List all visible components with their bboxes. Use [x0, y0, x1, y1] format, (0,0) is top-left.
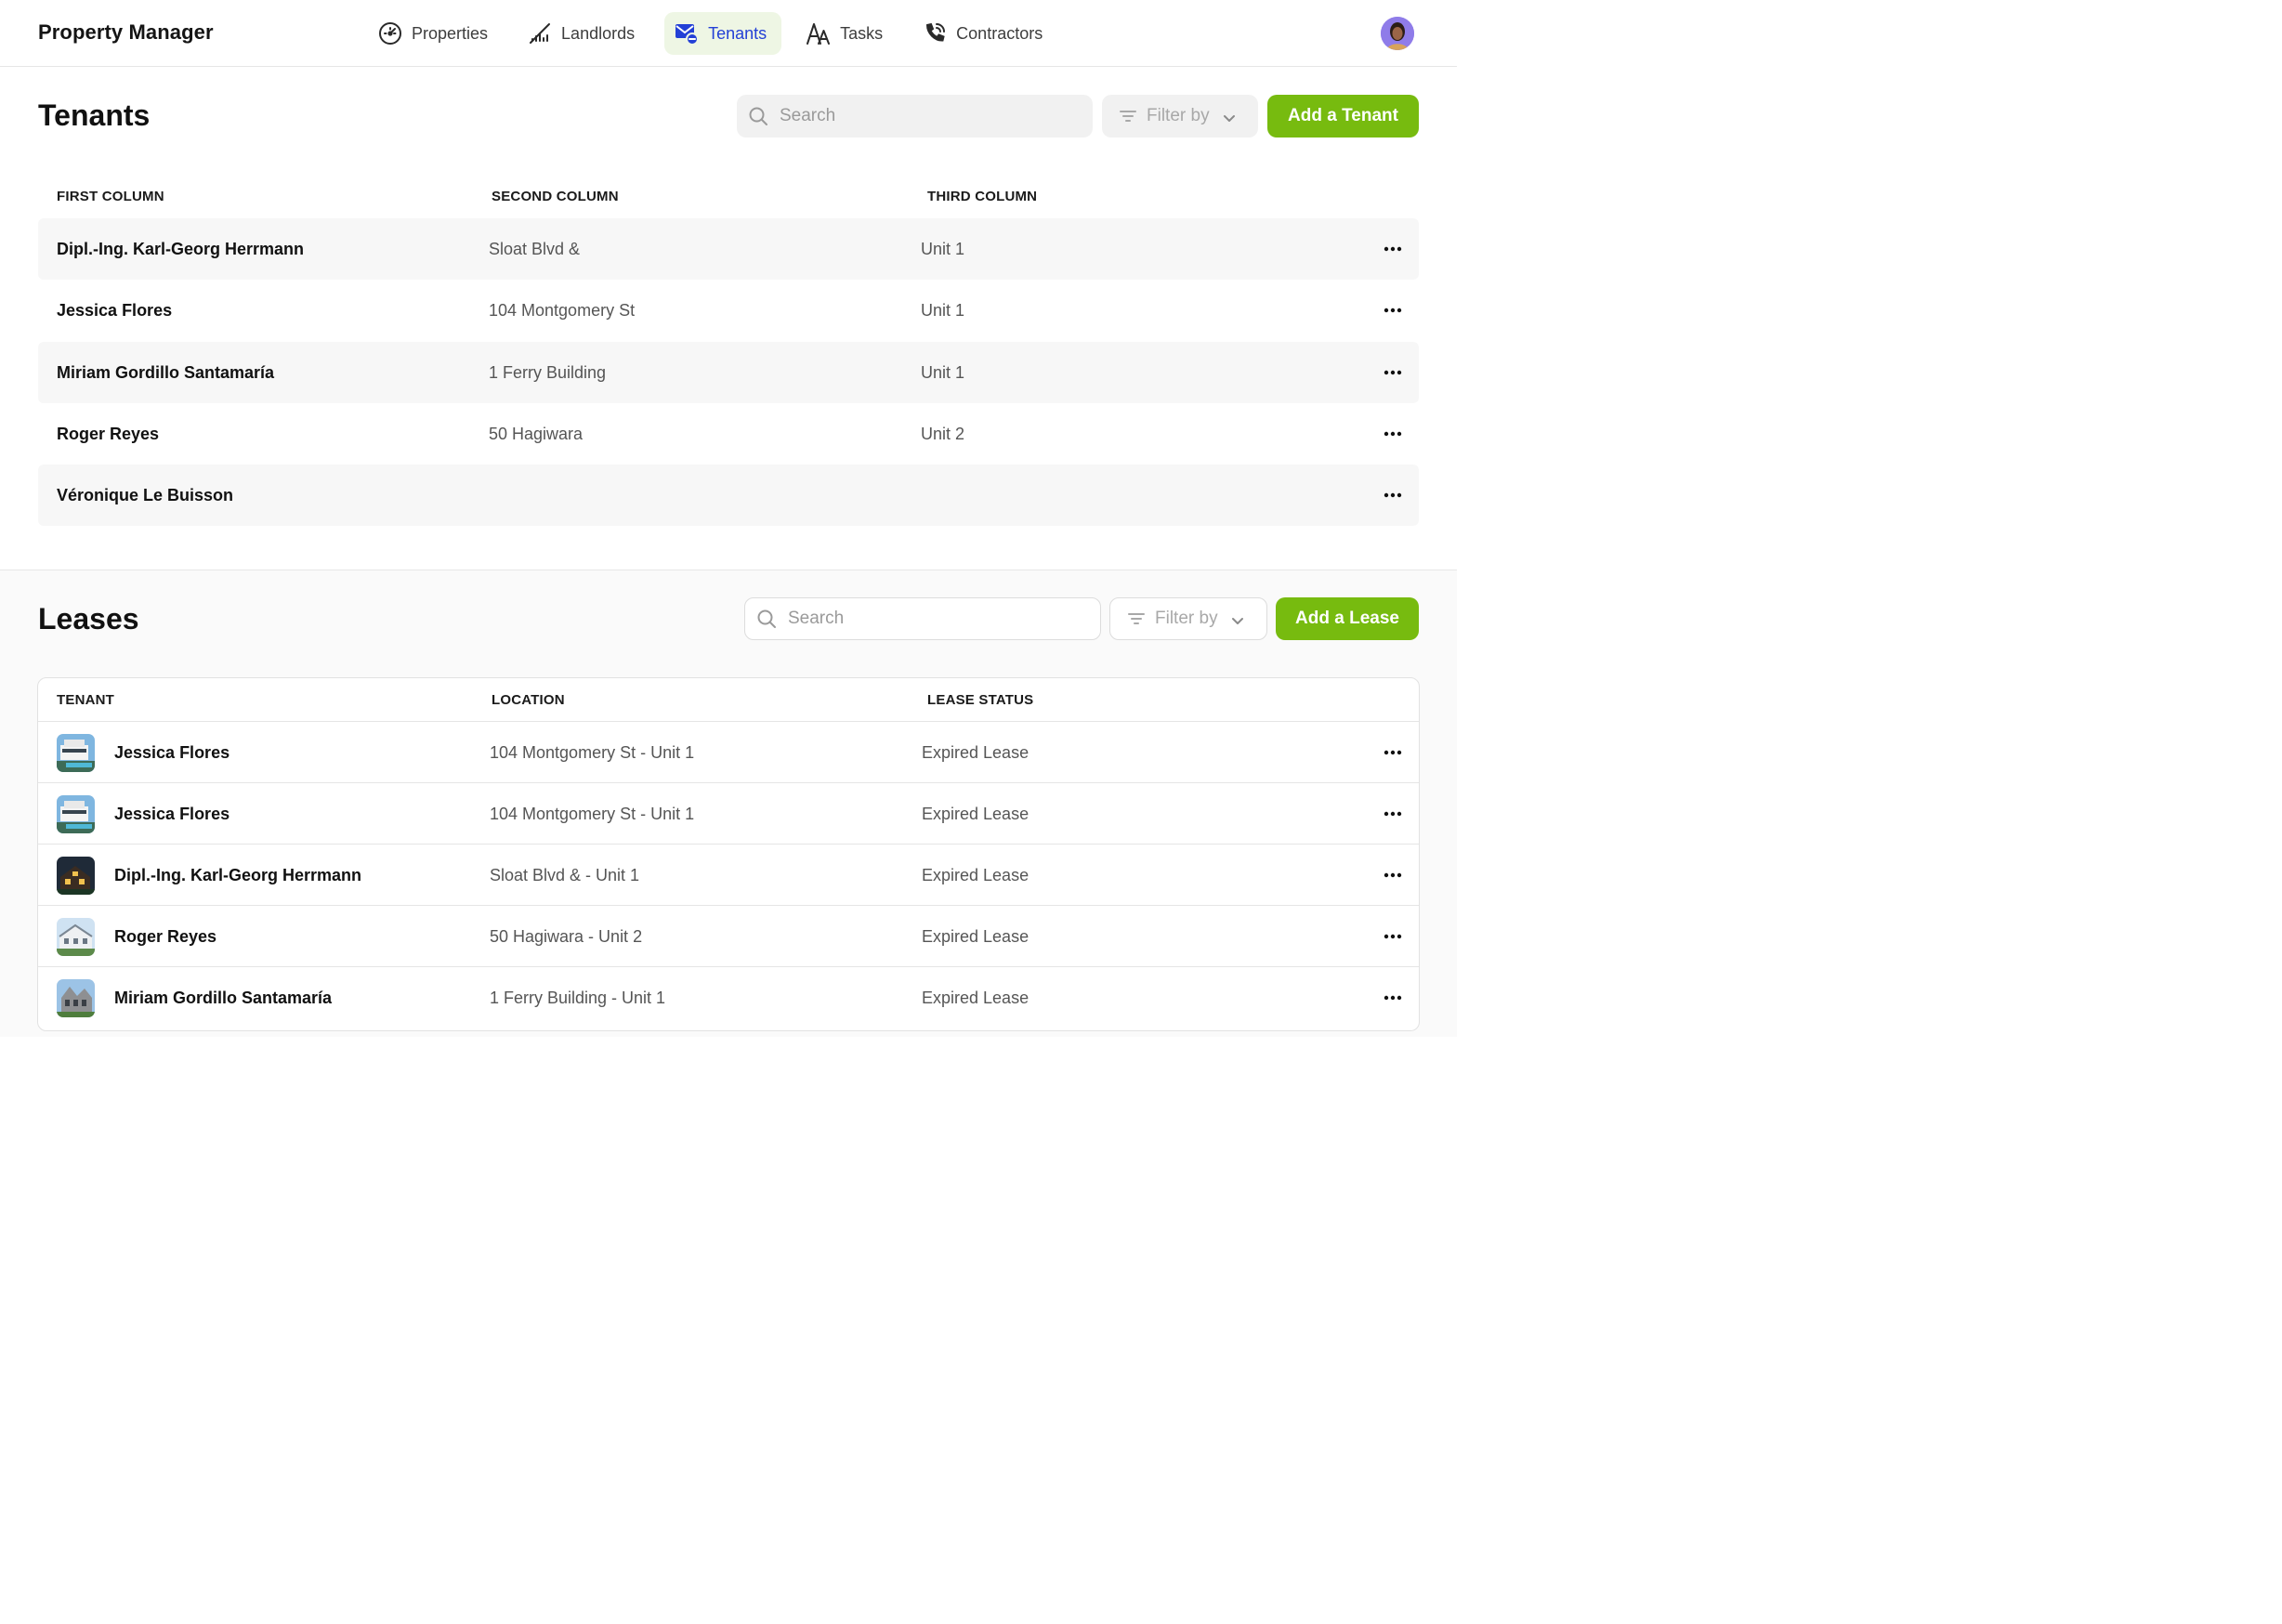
nav-label: Contractors [956, 23, 1043, 43]
tenant-unit: Unit 2 [921, 424, 965, 443]
search-icon [748, 106, 768, 126]
filter-label: Filter by [1155, 609, 1218, 628]
tenants-filter-dropdown[interactable]: Filter by [1102, 95, 1258, 138]
lease-tenant: Roger Reyes [114, 926, 217, 946]
signal-slash-icon [527, 20, 553, 46]
lease-tenant: Jessica Flores [114, 804, 230, 823]
nav-label: Tasks [840, 23, 884, 43]
nav-item-contractors[interactable]: Contractors [912, 12, 1057, 55]
column-header[interactable]: LEASE STATUS [927, 692, 1033, 708]
more-options-icon[interactable] [1384, 866, 1402, 884]
tenant-address: 104 Montgomery St [489, 300, 636, 320]
lease-status: Expired Lease [922, 804, 1030, 823]
column-header[interactable]: LOCATION [492, 692, 565, 708]
table-row[interactable]: Véronique Le Buisson [38, 465, 1419, 526]
lease-status: Expired Lease [922, 988, 1030, 1007]
filter-icon [1127, 609, 1146, 628]
search-icon [756, 609, 777, 629]
main-nav: Properties Landlords Tenants Tasks Contr… [368, 12, 1057, 55]
font-size-icon [806, 20, 832, 46]
tenant-unit: Unit 1 [921, 362, 965, 382]
table-row[interactable]: Dipl.-Ing. Karl-Georg Herrmann Sloat Blv… [38, 844, 1419, 905]
tenant-address: Sloat Blvd & [489, 239, 581, 258]
tenant-address: 1 Ferry Building [489, 362, 607, 382]
column-header[interactable]: SECOND COLUMN [492, 189, 619, 204]
table-row[interactable]: Dipl.-Ing. Karl-Georg Herrmann Sloat Blv… [38, 218, 1419, 280]
leases-search-input[interactable]: Search [744, 597, 1101, 640]
lease-location: 104 Montgomery St - Unit 1 [490, 742, 695, 762]
more-options-icon[interactable] [1384, 240, 1402, 258]
tenants-search-input[interactable]: Search [737, 95, 1093, 138]
column-header[interactable]: THIRD COLUMN [927, 189, 1037, 204]
table-row[interactable]: Jessica Flores 104 Montgomery St - Unit … [38, 782, 1419, 844]
lease-location: Sloat Blvd & - Unit 1 [490, 865, 640, 884]
nav-item-tenants[interactable]: Tenants [664, 12, 782, 55]
tenants-title: Tenants [38, 98, 151, 132]
table-row[interactable]: Miriam Gordillo Santamaría 1 Ferry Build… [38, 966, 1419, 1028]
tenant-unit: Unit 1 [921, 300, 965, 320]
filter-label: Filter by [1147, 106, 1210, 125]
lease-location: 50 Hagiwara - Unit 2 [490, 926, 643, 946]
user-avatar[interactable] [1381, 17, 1414, 50]
lease-location: 1 Ferry Building - Unit 1 [490, 988, 666, 1007]
phone-ringing-icon [922, 20, 948, 46]
more-options-icon[interactable] [1384, 363, 1402, 382]
lease-tenant: Jessica Flores [114, 742, 230, 762]
property-thumbnail [57, 857, 95, 895]
chevron-down-icon [1223, 110, 1236, 123]
chevron-down-icon [1231, 612, 1244, 625]
more-options-icon[interactable] [1384, 805, 1402, 823]
lease-tenant: Miriam Gordillo Santamaría [114, 988, 333, 1007]
nav-item-landlords[interactable]: Landlords [518, 12, 649, 55]
leases-filter-dropdown[interactable]: Filter by [1109, 597, 1267, 640]
lease-status: Expired Lease [922, 742, 1030, 762]
column-header[interactable]: FIRST COLUMN [57, 189, 164, 204]
search-placeholder: Search [788, 609, 845, 628]
table-row[interactable]: Roger Reyes 50 Hagiwara - Unit 2 Expired… [38, 905, 1419, 966]
lease-status: Expired Lease [922, 865, 1030, 884]
table-row[interactable]: Jessica Flores 104 Montgomery St Unit 1 [38, 280, 1419, 341]
more-options-icon[interactable] [1384, 425, 1402, 443]
search-placeholder: Search [780, 106, 836, 125]
tenant-unit: Unit 1 [921, 239, 965, 258]
property-thumbnail [57, 918, 95, 956]
top-navigation-bar: Property Manager Properties Landlords Te… [0, 0, 1457, 67]
property-thumbnail [57, 979, 95, 1017]
tenant-name: Roger Reyes [57, 424, 160, 443]
add-tenant-button[interactable]: Add a Tenant [1267, 95, 1419, 138]
nav-item-tasks[interactable]: Tasks [796, 12, 898, 55]
column-header[interactable]: TENANT [57, 692, 114, 708]
table-row[interactable]: Roger Reyes 50 Hagiwara Unit 2 [38, 403, 1419, 465]
nav-label: Landlords [561, 23, 636, 43]
table-row[interactable]: Miriam Gordillo Santamaría 1 Ferry Build… [38, 342, 1419, 403]
table-row[interactable]: Jessica Flores 104 Montgomery St - Unit … [38, 721, 1419, 782]
tenant-name: Miriam Gordillo Santamaría [57, 362, 275, 382]
tenant-name: Véronique Le Buisson [57, 485, 234, 504]
tenant-name: Dipl.-Ing. Karl-Georg Herrmann [57, 239, 305, 258]
more-options-icon[interactable] [1384, 927, 1402, 946]
filter-icon [1119, 107, 1137, 125]
leases-table: TENANT LOCATION LEASE STATUS Jessica Flo… [37, 677, 1420, 1031]
nav-item-properties[interactable]: Properties [368, 12, 503, 55]
nav-label: Properties [412, 23, 489, 43]
speedometer-icon [377, 20, 403, 46]
mail-minus-icon [674, 20, 700, 46]
more-options-icon[interactable] [1384, 486, 1402, 504]
tenant-name: Jessica Flores [57, 300, 173, 320]
lease-status: Expired Lease [922, 926, 1030, 946]
property-thumbnail [57, 734, 95, 772]
lease-tenant: Dipl.-Ing. Karl-Georg Herrmann [114, 865, 362, 884]
leases-title: Leases [38, 602, 139, 635]
more-options-icon[interactable] [1384, 743, 1402, 762]
more-options-icon[interactable] [1384, 989, 1402, 1007]
app-title: Property Manager [38, 20, 214, 44]
more-options-icon[interactable] [1384, 301, 1402, 320]
lease-location: 104 Montgomery St - Unit 1 [490, 804, 695, 823]
property-thumbnail [57, 795, 95, 833]
add-lease-button[interactable]: Add a Lease [1276, 597, 1419, 640]
tenant-address: 50 Hagiwara [489, 424, 584, 443]
nav-label: Tenants [708, 23, 767, 43]
